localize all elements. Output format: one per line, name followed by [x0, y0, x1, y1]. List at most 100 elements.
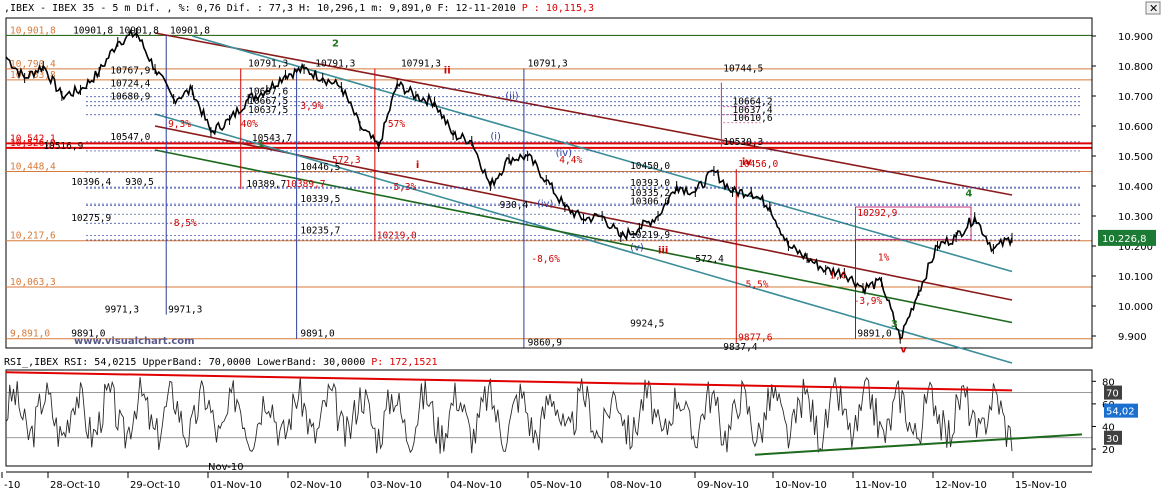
rsi-upper-band-label: 70	[1106, 389, 1119, 400]
level-label: 10,448,4	[10, 161, 56, 172]
rsi-title-main: RSI_,IBEX RSI: 54,0215 UpperBand: 70,000…	[4, 357, 365, 368]
value-annotation: 10767,9	[110, 66, 150, 77]
price-axis-label: 10.100	[1118, 272, 1153, 283]
time-axis-label: 15-Nov-10	[1015, 480, 1067, 491]
value-annotation: 1,6	[829, 271, 846, 282]
rsi-title: RSI_,IBEX RSI: 54,0215 UpperBand: 70,000…	[4, 357, 437, 368]
level-label: 10,790,4	[10, 59, 56, 70]
wave-label: (iv)	[556, 148, 573, 159]
value-annotation: 1%	[878, 253, 890, 264]
value-annotation: 9891,0	[300, 329, 335, 340]
value-annotation: -8,5%	[168, 218, 197, 229]
value-annotation: 9891,0	[857, 329, 892, 340]
time-axis-label: 28-Oct-10	[50, 480, 100, 491]
value-annotation: -8,6%	[531, 254, 560, 265]
value-annotation: 10339,5	[300, 194, 340, 205]
time-axis-label: 29-Oct-10	[130, 480, 180, 491]
time-axis-label: 01-Nov-10	[210, 480, 262, 491]
value-annotation: 10389,7	[285, 179, 325, 190]
value-annotation: 572,4	[695, 254, 724, 265]
value-annotation: 10292,9	[857, 208, 897, 219]
price-axis-label: 10.900	[1118, 32, 1153, 43]
wave-label: (v)	[630, 243, 644, 254]
value-annotation: 10275,9	[71, 213, 111, 224]
time-axis-label: 12-Nov-10	[935, 480, 987, 491]
wave-label: iii	[658, 246, 668, 257]
value-annotation: 9837,4	[723, 342, 758, 353]
wave-label: (ii)	[505, 91, 518, 102]
rsi-last-value: 54,02	[1106, 407, 1135, 418]
time-axis-label: 10-Nov-10	[775, 480, 827, 491]
value-annotation: 9924,5	[630, 319, 664, 330]
watermark: www.visualchart.com	[74, 336, 195, 347]
level-label: 10,063,3	[10, 277, 56, 288]
chart-canvas: ,IBEX - IBEX 35 - 5 m Dif. , %: 0,76 Dif…	[0, 0, 1166, 491]
wave-label: iv	[742, 157, 752, 168]
value-annotation: 10219,9	[630, 230, 670, 241]
wave-label: 4	[965, 189, 972, 200]
header-title-main: ,IBEX - IBEX 35 - 5 m Dif. , %: 0,76 Dif…	[4, 3, 516, 14]
value-annotation: 10724,4	[110, 79, 150, 90]
header-title-price: P : 10,115,3	[516, 3, 594, 14]
value-annotation: 930,4	[500, 200, 529, 211]
value-annotation: 10791,3	[315, 59, 355, 70]
level-label: 9,891,0	[10, 329, 50, 340]
value-annotation: 10637,5	[248, 105, 288, 116]
wave-label: (iv)	[537, 199, 554, 210]
svg-text:✕: ✕	[1149, 2, 1158, 15]
time-axis-label: 08-Nov-10	[610, 480, 662, 491]
chart-window: ,IBEX - IBEX 35 - 5 m Dif. , %: 0,76 Dif…	[0, 0, 1166, 495]
time-axis-label: 09-Nov-10	[697, 480, 749, 491]
wave-label: ii	[444, 66, 451, 77]
value-annotation: 9860,9	[528, 338, 563, 349]
price-axis-label: 10.000	[1118, 302, 1153, 313]
time-axis-label: 03-Nov-10	[370, 480, 422, 491]
value-annotation: 10306,0	[630, 196, 670, 207]
time-axis-label: 05-Nov-10	[530, 480, 582, 491]
value-annotation: 10450,0	[630, 161, 670, 172]
wave-label: (i)	[490, 132, 501, 143]
price-axis-label: 10.700	[1118, 92, 1153, 103]
header-title: ,IBEX - IBEX 35 - 5 m Dif. , %: 0,76 Dif…	[4, 3, 594, 14]
value-annotation: 10744,5	[723, 64, 763, 75]
time-axis-label: 04-Nov-10	[450, 480, 502, 491]
price-axis-label: 10.800	[1118, 62, 1153, 73]
value-annotation: 10396,4	[71, 177, 111, 188]
last-price-label: 10.226,8	[1102, 234, 1147, 245]
value-annotation: 10389,7	[246, 179, 286, 190]
value-annotation: 9,3%	[168, 119, 191, 130]
wave-label: 2	[332, 39, 339, 50]
price-axis-label: 9.900	[1118, 332, 1147, 343]
value-annotation: 10791,3	[401, 59, 441, 70]
rsi-title-extra: P: 172,1521	[365, 357, 437, 368]
level-label: 10,217,6	[10, 231, 56, 242]
value-annotation: 10219,0	[377, 230, 417, 241]
time-axis-label: 11-Nov-10	[855, 480, 907, 491]
value-annotation: 10901,8 10901,8	[73, 25, 159, 36]
price-axis-label: 10.300	[1118, 212, 1153, 223]
value-annotation: 10791,3	[248, 59, 288, 70]
value-annotation: 10235,7	[300, 225, 340, 236]
rsi-axis-label: 20	[1102, 445, 1115, 456]
value-annotation: -3,9%	[854, 296, 883, 307]
value-annotation: 10530,3	[723, 137, 763, 148]
value-annotation: 10516,9	[43, 141, 83, 152]
rsi-panel: 80604020703054,02	[5, 369, 1138, 467]
value-annotation: 5,5%	[746, 280, 769, 291]
time-axis-month-label: Nov-10	[208, 462, 244, 473]
value-annotation: 57%	[388, 119, 405, 130]
value-annotation: 40%	[241, 119, 258, 130]
price-axis: 10.900 10.800 10.700 10.600 10.500 10.400 10.3…	[1091, 18, 1156, 348]
wave-label: i	[416, 160, 419, 171]
value-annotation: 10610,6	[733, 113, 773, 124]
wave-label: 1	[258, 139, 265, 150]
value-annotation: 10901,8	[170, 25, 210, 36]
value-annotation: 930,5	[125, 177, 154, 188]
level-label: 10,901,8	[10, 25, 56, 36]
close-icon[interactable]: ✕	[1145, 1, 1161, 15]
value-annotation: 5,3%	[393, 182, 416, 193]
value-annotation: 10680,9	[110, 92, 150, 103]
price-axis-label: 10.600	[1118, 122, 1153, 133]
price-axis-label: 10.400	[1118, 182, 1153, 193]
value-annotation: 9971,3	[105, 305, 139, 316]
